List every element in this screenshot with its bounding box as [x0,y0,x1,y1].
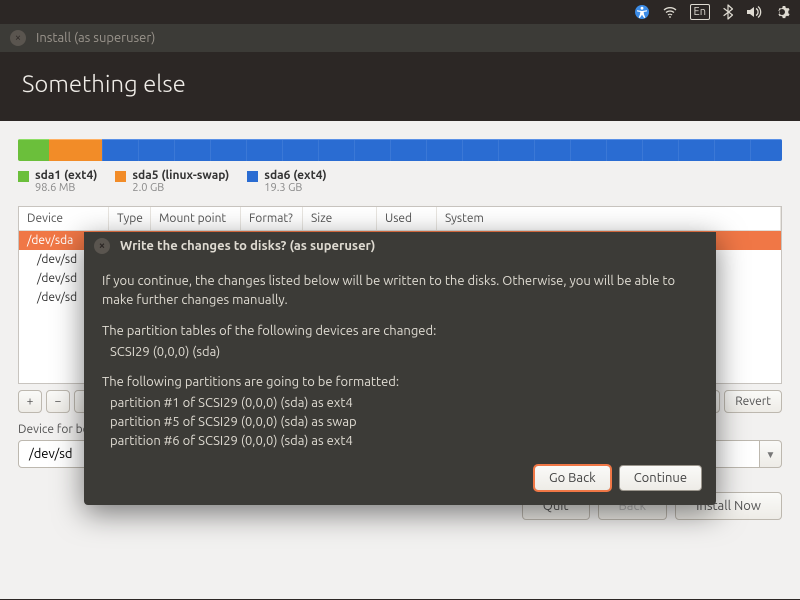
continue-button[interactable]: Continue [619,465,702,491]
legend-item: sda5 (linux-swap)2.0 GB [115,169,229,194]
col-format[interactable]: Format? [241,207,303,230]
disk-legend: sda1 (ext4)98.6 MB sda5 (linux-swap)2.0 … [18,169,782,194]
seg-sda6 [102,139,782,161]
seg-sda1 [18,139,49,161]
swatch-icon [18,171,29,182]
volume-icon[interactable] [746,4,764,20]
legend-sub: 19.3 GB [264,182,326,194]
gear-icon[interactable] [776,4,792,20]
legend-label: sda5 (linux-swap) [132,169,229,182]
window-titlebar: × Install (as superuser) [0,24,800,52]
swatch-icon [247,171,258,182]
col-size[interactable]: Size [303,207,377,230]
col-used[interactable]: Used [377,207,437,230]
col-mount[interactable]: Mount point [151,207,241,230]
dialog-format-item: partition #6 of SCSI29 (0,0,0) (sda) as … [102,432,698,451]
accessibility-icon[interactable] [634,4,650,20]
dialog-buttons: Go Back Continue [84,457,716,505]
seg-sda5 [49,139,102,161]
page-title: Something else [0,52,800,121]
dialog-format-item: partition #5 of SCSI29 (0,0,0) (sda) as … [102,413,698,432]
confirm-dialog: × Write the changes to disks? (as superu… [84,232,716,505]
col-device[interactable]: Device [19,207,109,230]
top-menubar: En [0,0,800,24]
col-type[interactable]: Type [109,207,151,230]
close-icon[interactable]: × [94,238,110,254]
chevron-down-icon[interactable]: ▼ [760,440,782,468]
legend-label: sda6 (ext4) [264,169,326,182]
legend-sub: 98.6 MB [35,182,97,194]
legend-label: sda1 (ext4) [35,169,97,182]
remove-button[interactable]: − [46,390,70,413]
dialog-intro: If you continue, the changes listed belo… [102,272,698,310]
dialog-tables-list: SCSI29 (0,0,0) (sda) [102,343,698,362]
indicator-lang[interactable]: En [690,4,710,20]
legend-sub: 2.0 GB [132,182,229,194]
dialog-body: If you continue, the changes listed belo… [84,260,716,457]
swatch-icon [115,171,126,182]
table-header: Device Type Mount point Format? Size Use… [19,207,781,231]
add-button[interactable]: + [18,390,42,413]
go-back-button[interactable]: Go Back [534,465,611,491]
legend-item: sda1 (ext4)98.6 MB [18,169,97,194]
dialog-tables-heading: The partition tables of the following de… [102,322,698,341]
dialog-titlebar: × Write the changes to disks? (as superu… [84,232,716,260]
col-system[interactable]: System [437,207,781,230]
revert-button[interactable]: Revert [724,390,782,413]
dialog-format-heading: The following partitions are going to be… [102,373,698,392]
dialog-format-item: partition #1 of SCSI29 (0,0,0) (sda) as … [102,394,698,413]
bluetooth-icon[interactable] [722,4,734,20]
legend-item: sda6 (ext4)19.3 GB [247,169,326,194]
disk-usage-bar [18,139,782,161]
dialog-title: Write the changes to disks? (as superuse… [120,239,375,253]
wifi-icon[interactable] [662,4,678,20]
close-icon[interactable]: × [10,30,26,46]
window-title: Install (as superuser) [36,31,155,45]
